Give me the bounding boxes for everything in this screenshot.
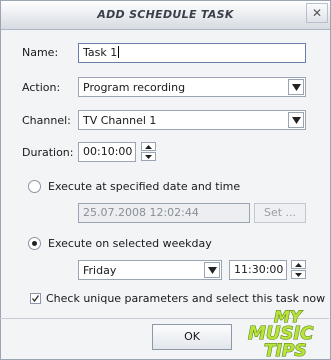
time-field[interactable]: 11:30:00 (229, 260, 287, 280)
weekday-label: Execute on selected weekday (48, 237, 212, 250)
duration-field[interactable]: 00:10:00 (78, 142, 136, 162)
text-cursor (118, 46, 120, 58)
channel-label: Channel: (22, 114, 71, 127)
chevron-down-icon (292, 117, 301, 124)
unique-checkbox[interactable] (30, 293, 41, 304)
action-label: Action: (22, 81, 61, 94)
unique-label: Check unique parameters and select this … (46, 292, 326, 305)
duration-label: Duration: (22, 146, 74, 159)
action-dropdown-button[interactable] (288, 79, 304, 95)
action-value: Program recording (83, 81, 186, 94)
radio-selected-dot (32, 241, 37, 246)
name-label: Name: (22, 46, 59, 59)
duration-down-button[interactable] (141, 152, 156, 161)
time-stepper[interactable] (291, 260, 306, 279)
chevron-up-icon (295, 263, 302, 267)
ok-button[interactable]: OK (152, 324, 232, 350)
dialog-title: ADD SCHEDULE TASK (97, 8, 234, 21)
name-field[interactable]: Task 1 (78, 43, 306, 63)
weekday-value: Friday (83, 264, 117, 277)
datetime-field[interactable]: 25.07.2008 12:02:44 (78, 203, 250, 223)
channel-dropdown-button[interactable] (288, 112, 304, 128)
time-value: 11:30:00 (234, 263, 284, 276)
title-bar[interactable]: ADD SCHEDULE TASK ✕ (1, 1, 330, 30)
channel-value: TV Channel 1 (83, 114, 157, 127)
time-up-button[interactable] (291, 260, 306, 269)
action-select[interactable]: Program recording (78, 77, 306, 97)
duration-value: 00:10:00 (83, 145, 133, 158)
chevron-down-icon (292, 84, 301, 91)
chevron-down-icon (208, 267, 217, 274)
specific-date-radio[interactable] (28, 180, 41, 193)
set-datetime-button[interactable]: Set ... (254, 203, 306, 223)
chevron-down-icon (145, 155, 152, 159)
logo-line-3: TIPS (264, 341, 307, 358)
channel-select[interactable]: TV Channel 1 (78, 110, 306, 130)
duration-stepper[interactable] (141, 142, 156, 161)
weekday-radio[interactable] (28, 237, 41, 250)
my-music-tips-logo: MY MUSIC TIPS (248, 307, 315, 359)
specific-date-label: Execute at specified date and time (48, 180, 241, 193)
chevron-down-icon (295, 273, 302, 277)
name-value: Task 1 (83, 46, 118, 59)
duration-up-button[interactable] (141, 142, 156, 151)
close-button[interactable]: ✕ (306, 3, 328, 23)
weekday-dropdown-button[interactable] (204, 262, 220, 278)
checkmark-icon (31, 295, 40, 303)
close-icon: ✕ (311, 6, 323, 20)
chevron-up-icon (145, 145, 152, 149)
time-down-button[interactable] (291, 270, 306, 279)
weekday-select[interactable]: Friday (78, 260, 222, 280)
datetime-value: 25.07.2008 12:02:44 (83, 206, 199, 219)
